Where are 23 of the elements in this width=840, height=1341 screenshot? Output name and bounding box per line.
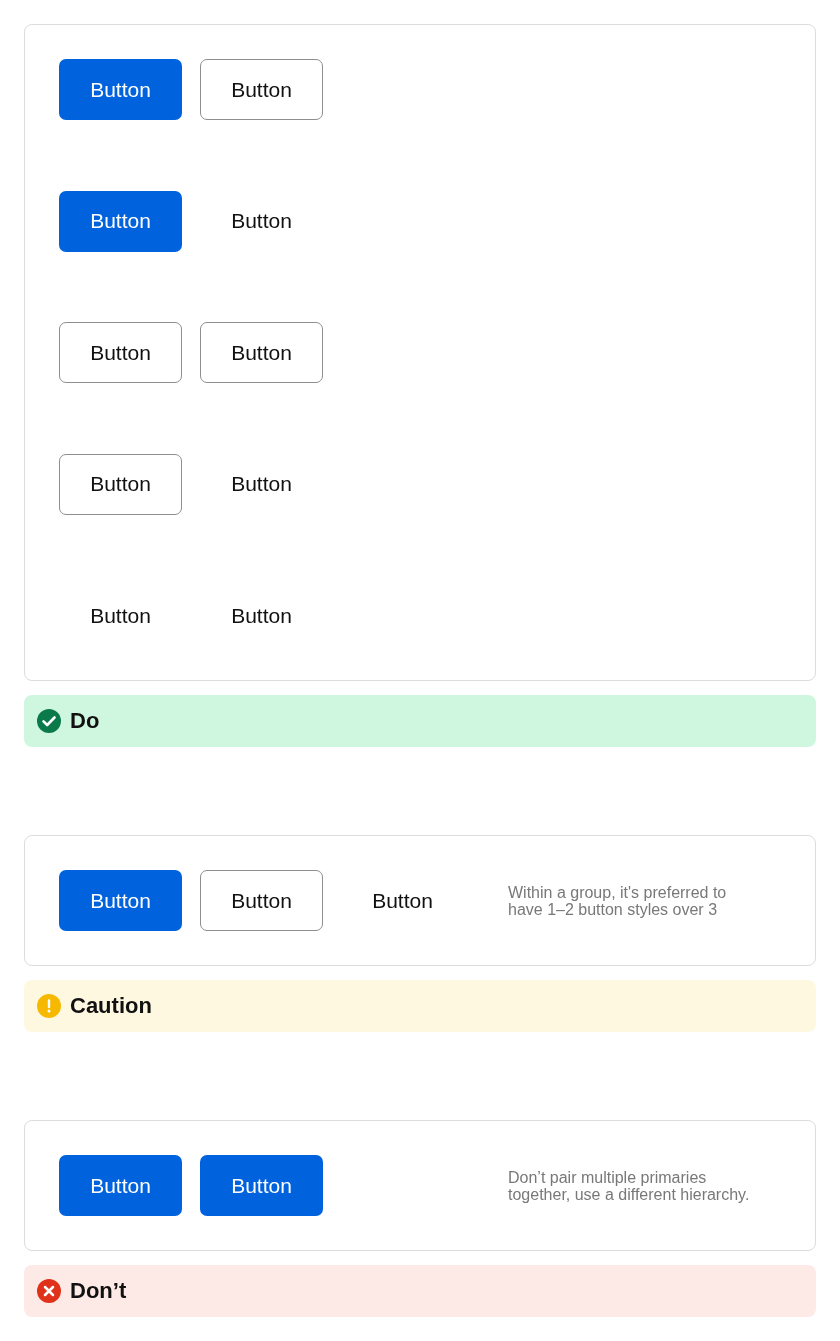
exclamation-circle-icon <box>37 994 61 1018</box>
secondary-button[interactable]: Button <box>59 453 182 515</box>
text-button[interactable]: Button <box>59 585 182 646</box>
text-button[interactable]: Button <box>200 585 323 646</box>
primary-button[interactable]: Button <box>59 59 182 120</box>
x-circle-icon <box>37 1279 61 1303</box>
check-circle-icon <box>37 709 61 733</box>
primary-button[interactable]: Button <box>59 190 182 252</box>
secondary-button[interactable]: Button <box>200 870 323 931</box>
verdict-label: Caution <box>70 993 152 1019</box>
secondary-button[interactable]: Button <box>200 322 323 383</box>
primary-button[interactable]: Button <box>59 870 182 931</box>
text-button[interactable]: Button <box>200 453 323 515</box>
verdict-label: Do <box>70 708 100 734</box>
primary-button[interactable]: Button <box>200 1155 323 1216</box>
secondary-button[interactable]: Button <box>200 59 323 120</box>
guideline-note: Don’t pair multiple primaries together, use a different hierarchy. <box>508 1168 751 1203</box>
primary-button[interactable]: Button <box>59 1155 182 1216</box>
text-button[interactable]: Button <box>200 190 323 252</box>
guideline-note: Within a group, it's preferred to have 1–2 button styles over 3 <box>508 883 728 918</box>
text-button[interactable]: Button <box>341 870 464 931</box>
verdict-label: Don’t <box>70 1278 127 1304</box>
secondary-button[interactable]: Button <box>59 322 182 383</box>
